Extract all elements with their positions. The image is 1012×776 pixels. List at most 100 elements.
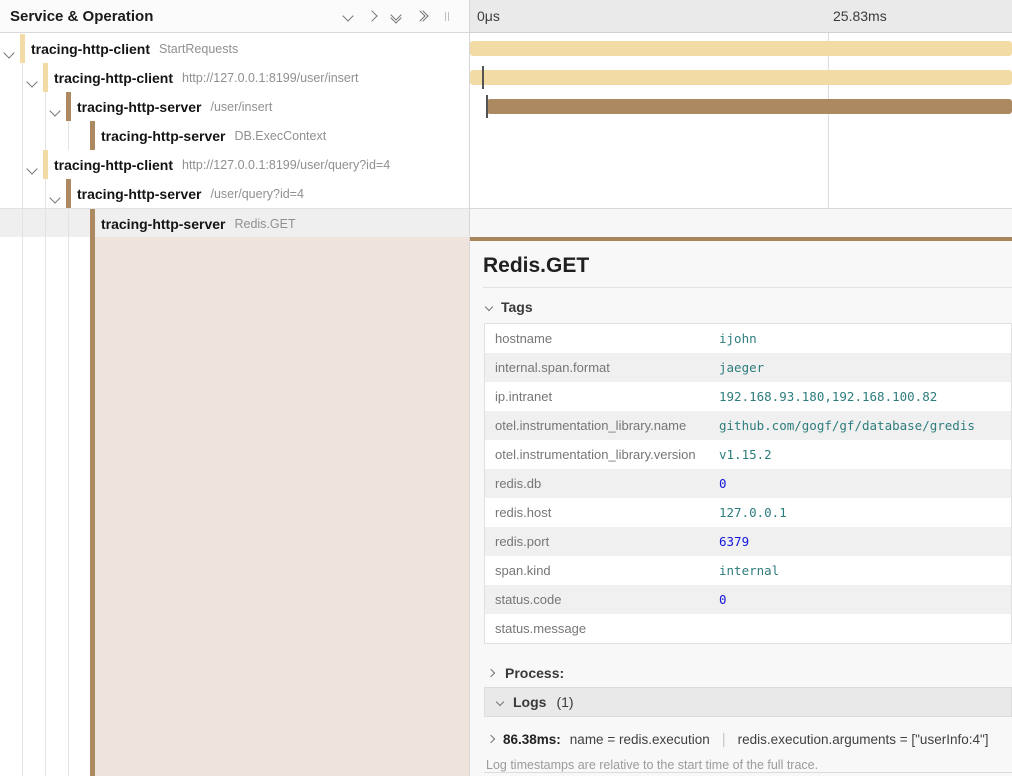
log-field: name = redis.execution xyxy=(570,732,710,747)
log-timestamp: 86.38ms: xyxy=(503,732,561,747)
span-color-indicator xyxy=(90,209,95,238)
indent-guide xyxy=(68,237,69,776)
tag-key: redis.port xyxy=(485,534,719,549)
span-row-selected[interactable]: tracing-http-server Redis.GET xyxy=(0,208,469,237)
chevron-down-icon[interactable] xyxy=(51,189,59,207)
tags-section-header[interactable]: Tags xyxy=(486,297,533,317)
service-name: tracing-http-client xyxy=(54,70,173,86)
collapse-all-icon[interactable] xyxy=(392,11,400,22)
tag-value: 0 xyxy=(719,592,727,607)
process-section-header[interactable]: Process: xyxy=(488,658,564,687)
span-color-indicator xyxy=(90,121,95,150)
tag-key: otel.instrumentation_library.version xyxy=(485,447,719,462)
expand-all-icon[interactable] xyxy=(416,12,427,20)
tag-row: redis.db 0 xyxy=(485,469,1011,498)
service-name: tracing-http-server xyxy=(101,128,225,144)
tag-value: 6379 xyxy=(719,534,749,549)
service-name: tracing-http-server xyxy=(101,216,225,232)
selected-span-tint xyxy=(95,237,469,776)
logs-label: Logs xyxy=(513,694,546,710)
timeline-tick-mid: 25.83ms xyxy=(833,8,887,24)
tag-row: redis.host 127.0.0.1 xyxy=(485,498,1011,527)
tag-row: status.message xyxy=(485,614,1011,643)
span-row[interactable]: tracing-http-server DB.ExecContext xyxy=(0,121,469,150)
detail-row-left-backdrop xyxy=(0,237,469,776)
indent-guide xyxy=(45,237,46,776)
tag-key: redis.db xyxy=(485,476,719,491)
tag-key: status.message xyxy=(485,621,719,636)
span-color-indicator xyxy=(43,150,48,179)
detail-divider xyxy=(483,287,1012,288)
service-name: tracing-http-server xyxy=(77,99,201,115)
span-color-indicator xyxy=(66,179,71,208)
span-row[interactable]: tracing-http-client http://127.0.0.1:819… xyxy=(0,150,469,179)
indent-guide xyxy=(45,121,46,150)
timeline-tick-start: 0μs xyxy=(477,8,500,24)
tag-value: v1.15.2 xyxy=(719,447,772,462)
tag-row: otel.instrumentation_library.name github… xyxy=(485,411,1011,440)
indent-guide xyxy=(22,209,23,237)
span-start-tick xyxy=(482,66,484,89)
logs-count: (1) xyxy=(556,694,573,710)
tag-row: internal.span.format jaeger xyxy=(485,353,1011,382)
logs-section-bottom-border xyxy=(484,772,1012,773)
tag-row: status.code 0 xyxy=(485,585,1011,614)
operation-name: DB.ExecContext xyxy=(234,129,326,143)
indent-guide xyxy=(68,121,69,150)
service-name: tracing-http-client xyxy=(54,157,173,173)
indent-guide xyxy=(22,179,23,208)
timeline-gridline xyxy=(828,0,829,237)
tag-value: github.com/gogf/gf/database/gredis xyxy=(719,418,975,433)
operation-name: /user/insert xyxy=(210,100,272,114)
chevron-down-icon[interactable] xyxy=(28,160,36,178)
operation-name: http://127.0.0.1:8199/user/insert xyxy=(182,71,359,85)
panel-divider[interactable] xyxy=(469,0,470,776)
tag-value: 127.0.0.1 xyxy=(719,505,787,520)
tag-key: redis.host xyxy=(485,505,719,520)
log-field-separator: | xyxy=(719,731,729,748)
span-row[interactable]: tracing-http-server /user/insert xyxy=(0,92,469,121)
logs-section-header[interactable]: Logs (1) xyxy=(484,687,1012,717)
indent-guide xyxy=(45,92,46,121)
service-name: tracing-http-server xyxy=(77,186,201,202)
logs-footer-note: Log timestamps are relative to the start… xyxy=(486,758,818,772)
log-entry[interactable]: 86.38ms: name = redis.execution | redis.… xyxy=(488,725,1008,753)
service-name: tracing-http-client xyxy=(31,41,150,57)
tag-key: hostname xyxy=(485,331,719,346)
indent-guide xyxy=(68,209,69,237)
tags-label: Tags xyxy=(501,299,533,315)
column-resizer-handle[interactable] xyxy=(445,12,449,21)
span-tree-panel: Service & Operation tracing-http-client … xyxy=(0,0,469,776)
span-bar[interactable] xyxy=(487,99,1012,114)
tag-key: status.code xyxy=(485,592,719,607)
tag-row: hostname ijohn xyxy=(485,324,1011,353)
timeline-header: 0μs 25.83ms xyxy=(470,0,1012,33)
span-bar[interactable] xyxy=(470,41,1012,56)
chevron-down-icon[interactable] xyxy=(51,102,59,120)
chevron-down-icon xyxy=(496,698,504,706)
span-row[interactable]: tracing-http-client StartRequests xyxy=(0,34,469,63)
span-detail-panel: Redis.GET Tags hostname ijohn internal.s… xyxy=(470,241,1012,776)
operation-name: http://127.0.0.1:8199/user/query?id=4 xyxy=(182,158,390,172)
selected-row-strip[interactable] xyxy=(470,208,1012,237)
expand-one-icon[interactable] xyxy=(368,7,376,25)
chevron-down-icon[interactable] xyxy=(5,44,13,62)
tag-row: redis.port 6379 xyxy=(485,527,1011,556)
span-row[interactable]: tracing-http-server /user/query?id=4 xyxy=(0,179,469,208)
tag-key: otel.instrumentation_library.name xyxy=(485,418,719,433)
span-start-tick xyxy=(486,95,488,118)
indent-guide xyxy=(22,150,23,179)
chevron-down-icon[interactable] xyxy=(28,73,36,91)
operation-name: Redis.GET xyxy=(234,217,295,231)
timeline-panel: 0μs 25.83ms Redis.GET Tags hostname ijoh… xyxy=(470,0,1012,776)
span-bar[interactable] xyxy=(470,70,1012,85)
tag-value: internal xyxy=(719,563,779,578)
log-field: redis.execution.arguments = ["userInfo:4… xyxy=(738,732,989,747)
chevron-down-icon xyxy=(485,303,493,311)
span-color-indicator xyxy=(20,34,25,63)
span-row[interactable]: tracing-http-client http://127.0.0.1:819… xyxy=(0,63,469,92)
tag-key: internal.span.format xyxy=(485,360,719,375)
process-label: Process: xyxy=(505,665,564,681)
collapse-one-icon[interactable] xyxy=(344,7,352,25)
tag-value: ijohn xyxy=(719,331,757,346)
